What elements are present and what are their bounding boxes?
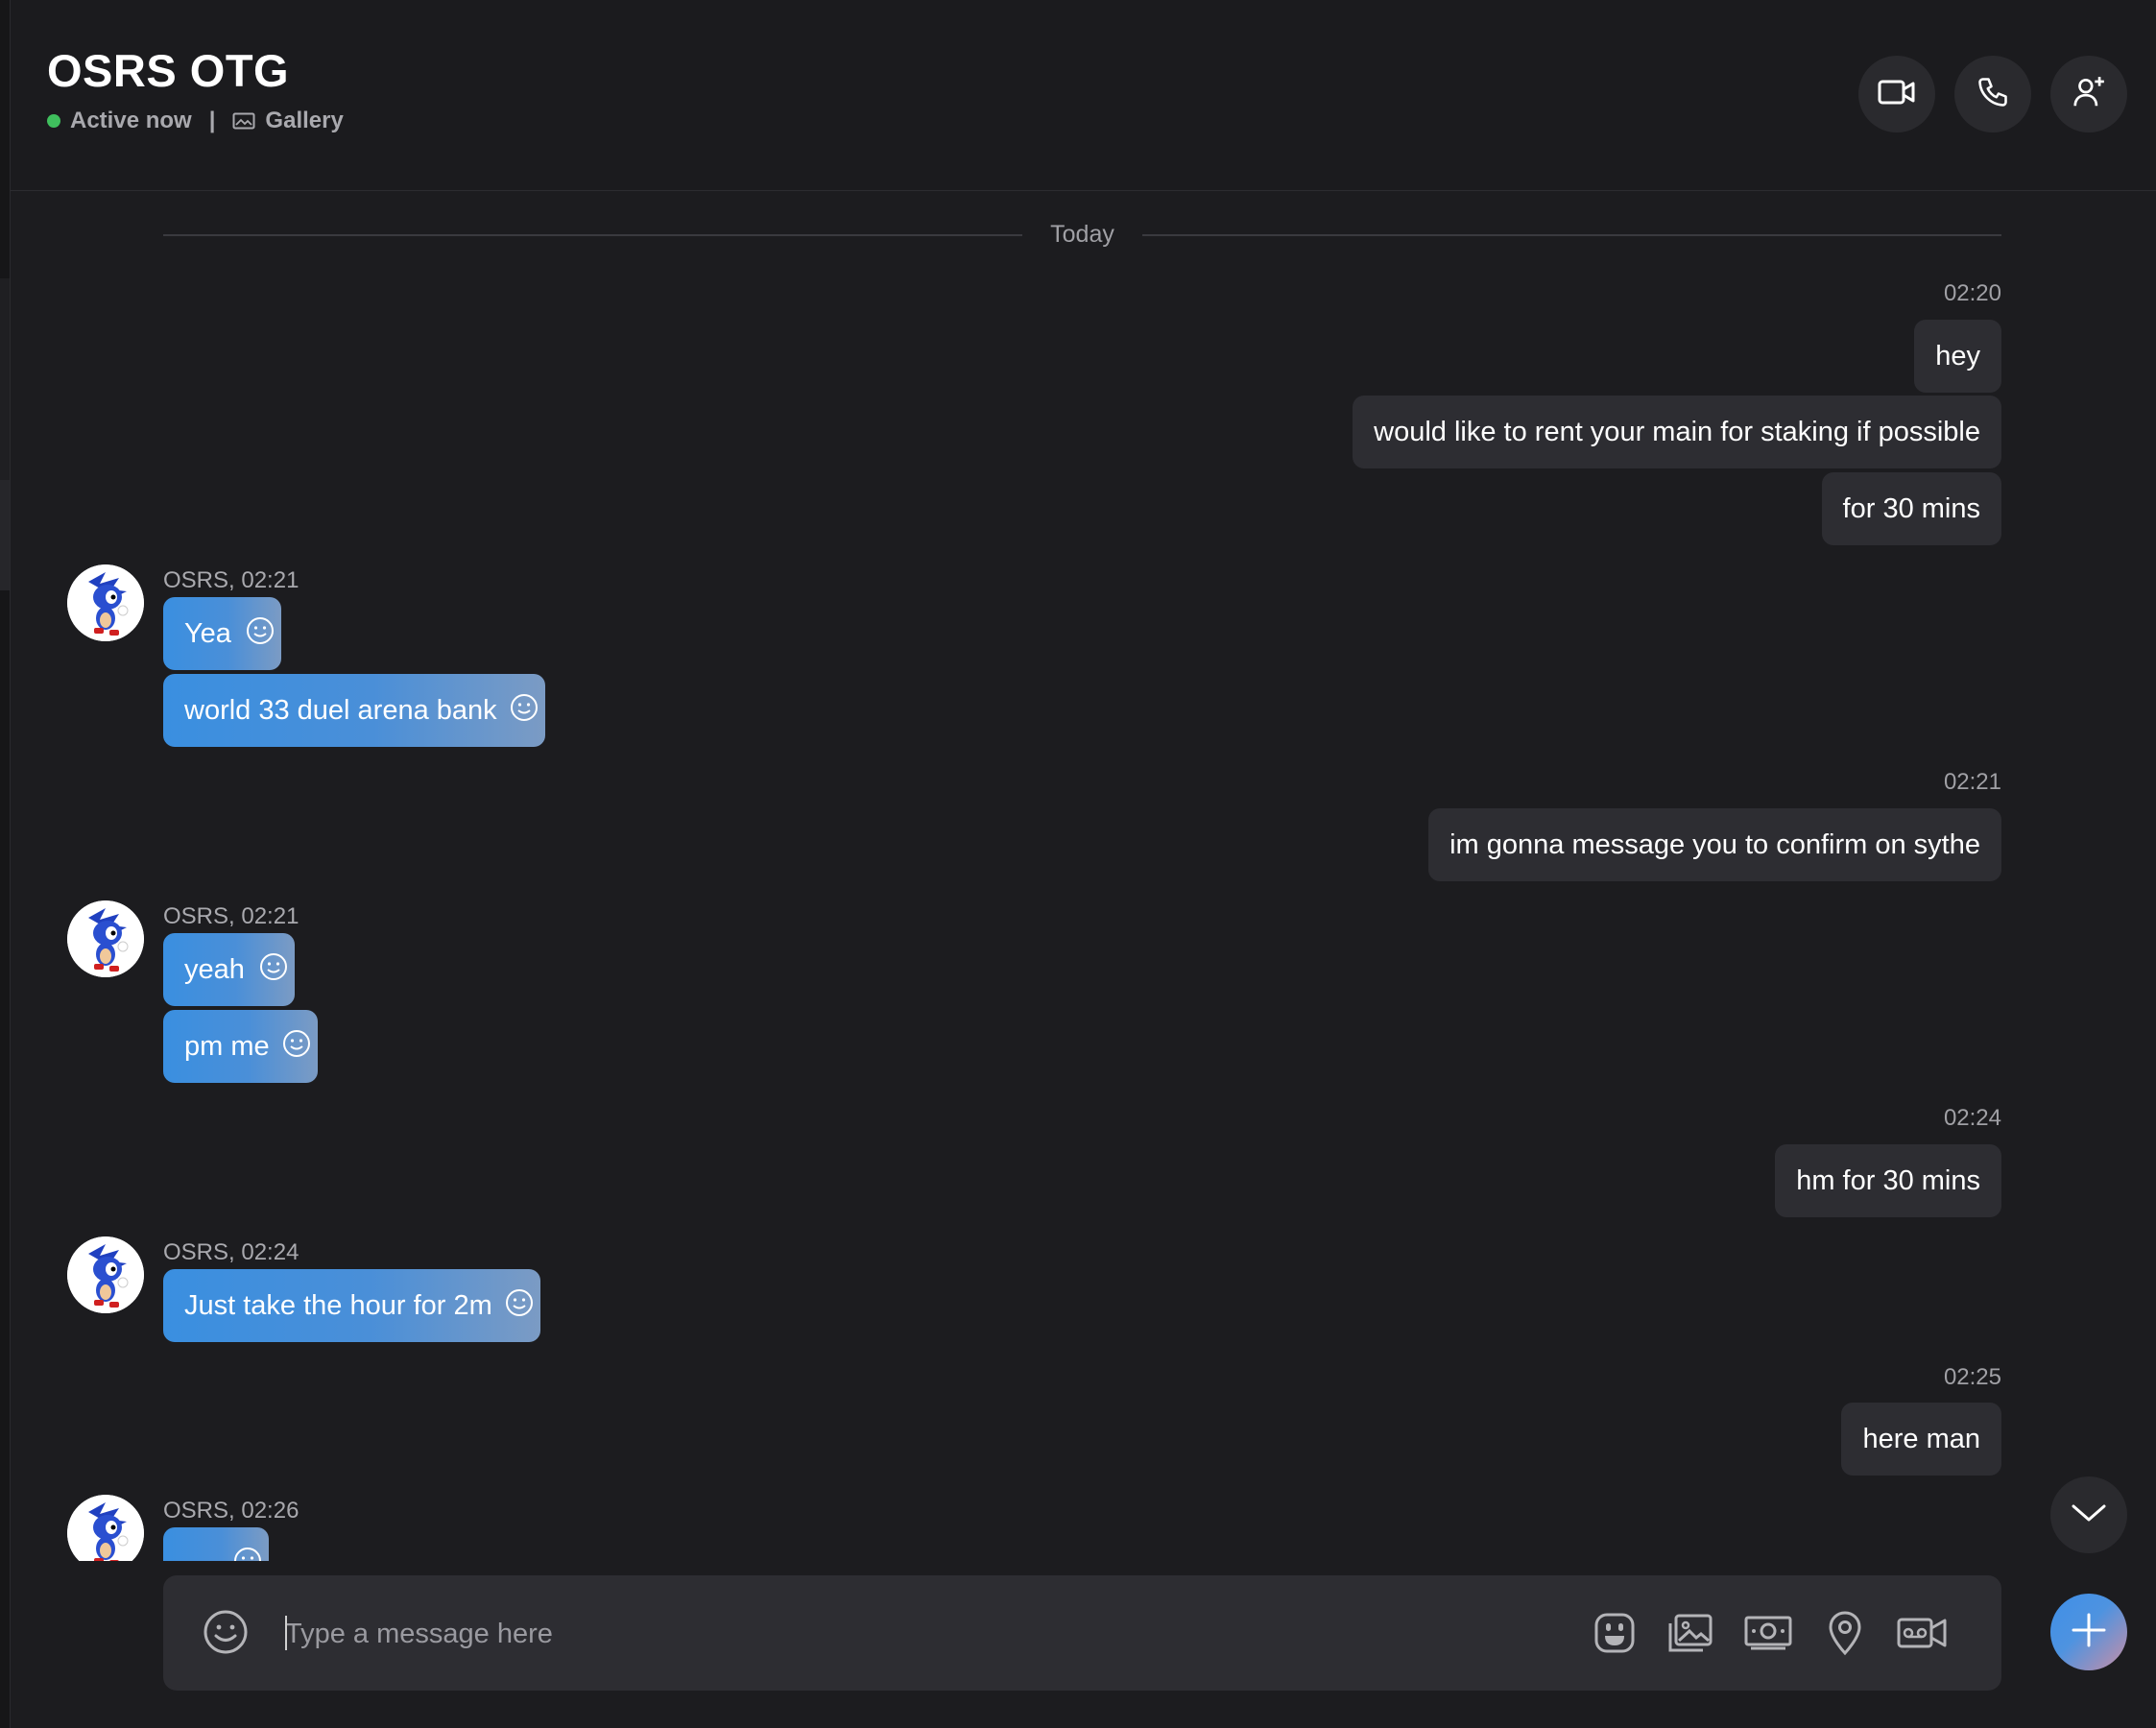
outgoing-message[interactable]: hey: [1914, 320, 2001, 393]
message-timestamp: 02:20: [1943, 280, 2001, 306]
add-person-icon: [2071, 74, 2107, 115]
outgoing-message[interactable]: here man: [1841, 1403, 2001, 1476]
avatar[interactable]: [67, 1236, 144, 1313]
location-button[interactable]: [1819, 1607, 1871, 1659]
emoji-picker-button[interactable]: [202, 1608, 250, 1656]
scroll-to-bottom-button[interactable]: [2050, 1476, 2127, 1553]
outgoing-message[interactable]: for 30 mins: [1821, 472, 2001, 545]
gallery-link[interactable]: Gallery: [232, 108, 344, 134]
message-text: pm me: [184, 1031, 270, 1062]
left-edge-segment: [0, 278, 10, 480]
video-message-button[interactable]: [1896, 1607, 1948, 1659]
incoming-message[interactable]: Just take the hour for 2m: [163, 1269, 540, 1342]
send-money-button[interactable]: [1742, 1607, 1794, 1659]
voice-call-button[interactable]: [1954, 56, 2031, 132]
message-input[interactable]: [283, 1606, 1247, 1662]
message-text: Yea: [184, 618, 231, 649]
message-text: world 33 duel arena bank: [184, 695, 497, 726]
add-reaction-icon[interactable]: [245, 601, 275, 644]
message-timestamp: 02:24: [1943, 1105, 2001, 1131]
outgoing-message[interactable]: would like to rent your main for staking…: [1353, 396, 2001, 468]
status-text: Active now: [70, 108, 192, 133]
phone-icon: [1976, 75, 2010, 114]
separator: |: [208, 108, 216, 133]
avatar[interactable]: [67, 1495, 144, 1561]
message-composer: [163, 1575, 2001, 1691]
add-participant-button[interactable]: [2050, 56, 2127, 132]
left-edge-segment: [0, 480, 10, 590]
sender-label: OSRS, 02:21: [163, 567, 299, 593]
add-reaction-icon[interactable]: [258, 937, 289, 980]
incoming-message[interactable]: pm me: [163, 1010, 318, 1083]
chat-subline: Active now | Gallery: [47, 108, 344, 134]
add-reaction-icon[interactable]: [509, 678, 539, 721]
message-text: yeah: [184, 954, 245, 985]
gallery-label: Gallery: [265, 108, 344, 133]
incoming-message[interactable]: Yea: [163, 597, 281, 670]
sender-label: OSRS, 02:26: [163, 1498, 299, 1524]
date-label: Today: [1050, 221, 1114, 248]
left-edge: [0, 0, 11, 1728]
message-text: Just take the hour for 2m: [184, 1290, 492, 1321]
avatar[interactable]: [67, 900, 144, 977]
incoming-message[interactable]: yeah: [163, 933, 295, 1006]
add-reaction-icon[interactable]: [504, 1273, 535, 1316]
message-list-clip: OSRS, 02:26: [0, 1488, 2156, 1561]
sender-label: OSRS, 02:24: [163, 1239, 299, 1265]
add-reaction-icon[interactable]: [232, 1531, 263, 1561]
chat-title: OSRS OTG: [47, 45, 290, 96]
gallery-icon: [232, 112, 255, 130]
chat-header: OSRS OTG Active now | Gallery: [11, 0, 2156, 191]
sticker-button[interactable]: [1589, 1607, 1641, 1659]
message-timestamp: 02:25: [1943, 1364, 2001, 1390]
image-upload-button[interactable]: [1665, 1607, 1717, 1659]
date-divider: Today: [163, 219, 2001, 252]
incoming-message[interactable]: world 33 duel arena bank: [163, 674, 545, 747]
plus-icon: [2070, 1611, 2108, 1654]
online-status-dot: [47, 114, 60, 128]
incoming-message[interactable]: [163, 1527, 269, 1561]
video-call-icon: [1878, 79, 1916, 110]
message-timestamp: 02:21: [1943, 769, 2001, 795]
outgoing-message[interactable]: im gonna message you to confirm on sythe: [1428, 808, 2001, 881]
video-call-button[interactable]: [1858, 56, 1935, 132]
add-reaction-icon[interactable]: [281, 1014, 312, 1057]
chevron-down-icon: [2070, 1501, 2108, 1529]
avatar[interactable]: [67, 564, 144, 641]
text-cursor: [285, 1616, 287, 1650]
sender-label: OSRS, 02:21: [163, 903, 299, 929]
new-action-button[interactable]: [2050, 1594, 2127, 1670]
outgoing-message[interactable]: hm for 30 mins: [1775, 1144, 2001, 1217]
